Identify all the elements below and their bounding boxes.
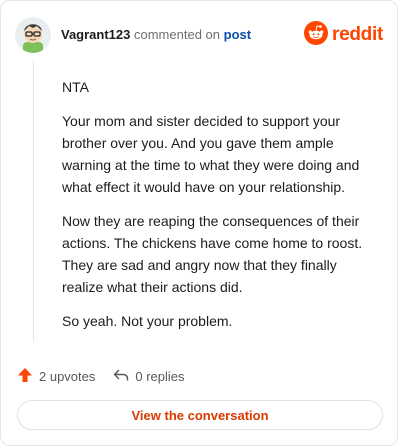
replies-count: 0 replies — [135, 368, 185, 384]
reddit-logo-icon — [304, 20, 329, 50]
comment-body: NTA Your mom and sister decided to suppo… — [62, 76, 372, 344]
thread-line — [33, 61, 34, 341]
comment-paragraph: Your mom and sister decided to support y… — [62, 113, 360, 195]
comment-paragraph: Now they are reaping the consequences of… — [62, 213, 363, 295]
comment-meta: Vagrant123 commented on post — [61, 27, 251, 43]
action-text: commented on — [134, 27, 220, 42]
comment-paragraph: So yeah. Not your problem. — [62, 313, 233, 329]
comment-card: Vagrant123 commented on post reddit NTA … — [0, 0, 398, 446]
reply-arrow-icon — [113, 367, 135, 386]
comment-paragraph: NTA — [62, 79, 89, 95]
reddit-brand[interactable]: reddit — [304, 20, 383, 50]
post-link[interactable]: post — [224, 27, 251, 42]
comment-stats: 2 upvotes 0 replies — [17, 366, 185, 386]
upvotes-stat[interactable]: 2 upvotes — [17, 367, 95, 386]
comment-header: Vagrant123 commented on post reddit — [15, 15, 383, 55]
upvote-arrow-icon — [17, 367, 39, 386]
upvotes-count: 2 upvotes — [39, 368, 96, 384]
view-conversation-button[interactable]: View the conversation — [17, 400, 383, 430]
username-link[interactable]: Vagrant123 — [61, 27, 130, 42]
avatar[interactable] — [15, 17, 51, 53]
replies-stat[interactable]: 0 replies — [113, 367, 185, 386]
reddit-wordmark: reddit — [332, 24, 383, 45]
